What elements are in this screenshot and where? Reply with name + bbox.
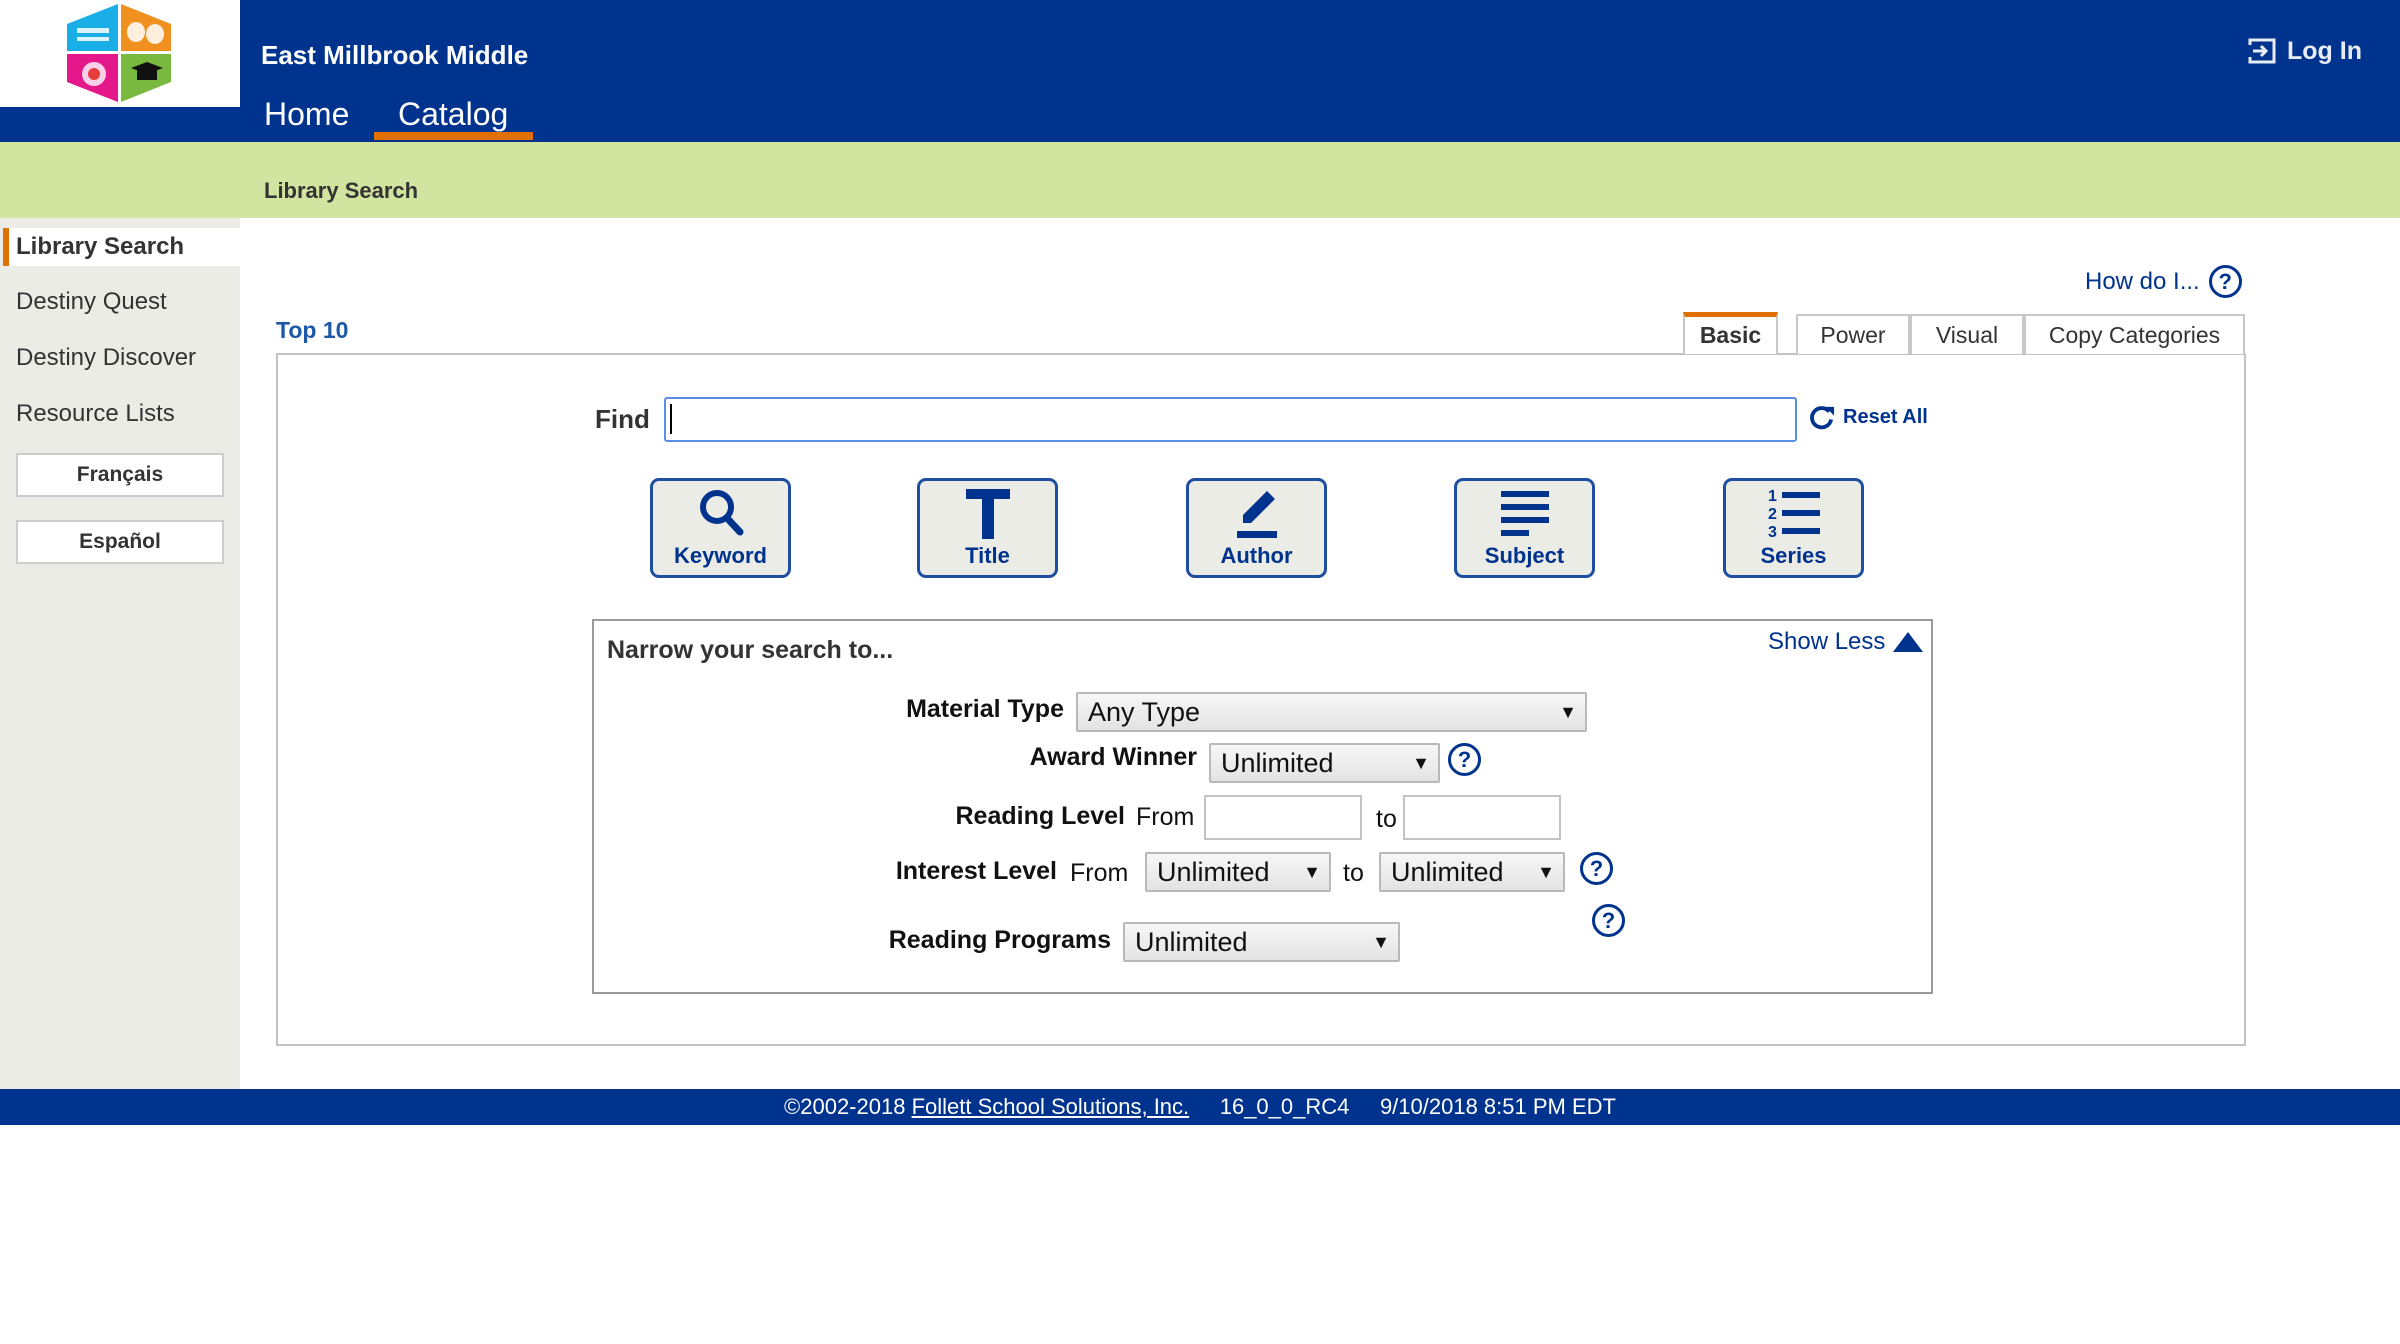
narrow-search-title: Narrow your search to... [607,636,894,664]
find-label: Find [595,404,650,434]
show-less-toggle[interactable]: Show Less [1768,628,1924,656]
tab-visual[interactable]: Visual [1910,314,2024,354]
sidebar-active-indicator [3,228,9,266]
author-search-button[interactable]: Author [1186,478,1327,578]
school-name: East Millbrook Middle [261,40,529,70]
version-text: 16_0_0_RC4 [1189,1094,1380,1119]
sidebar-item-library-search[interactable]: Library Search [16,233,184,261]
tab-basic[interactable]: Basic [1683,312,1778,354]
interest-level-help-icon[interactable]: ? [1580,852,1613,885]
interest-level-label: Interest Level [895,857,1057,885]
dropdown-arrow-icon: ▼ [1372,932,1390,952]
series-search-button[interactable]: 1 2 3 Series [1723,478,1864,578]
material-type-value: Any Type [1088,696,1201,727]
breadcrumb: Library Search [264,178,419,203]
tab-power[interactable]: Power [1796,314,1910,354]
magnifier-icon [699,490,743,536]
svg-text:3: 3 [1768,524,1777,541]
interest-level-from-label: From [1070,859,1129,887]
follett-link[interactable]: Follett School Solutions, Inc. [912,1094,1190,1120]
dropdown-arrow-icon: ▼ [1559,702,1577,722]
reading-level-from-label: From [1136,803,1195,831]
how-do-i-label: How do I... [2085,267,2200,295]
reset-all-button[interactable]: Reset All [1808,404,1928,431]
author-label: Author [1220,543,1293,568]
footer: ©2002-2018 Follett School Solutions, Inc… [0,1089,2400,1125]
school-logo-icon[interactable] [63,2,175,104]
interest-level-from-value: Unlimited [1157,856,1270,887]
lines-icon [1500,491,1549,536]
login-label: Log In [2287,36,2362,65]
dropdown-arrow-icon: ▼ [1303,862,1321,882]
login-button[interactable]: Log In [2247,36,2362,66]
show-less-label: Show Less [1768,628,1886,655]
award-winner-label: Award Winner [1029,743,1197,771]
material-type-select[interactable]: Any Type ▼ [1076,692,1587,732]
award-winner-select[interactable]: Unlimited ▼ [1209,743,1440,783]
material-type-label: Material Type [906,695,1064,723]
interest-level-to-label: to [1343,859,1364,887]
nav-home[interactable]: Home [264,96,349,133]
title-label: Title [965,543,1010,568]
reading-level-to-input[interactable] [1403,795,1561,840]
reading-level-label: Reading Level [955,802,1126,830]
sidebar-item-resource-lists[interactable]: Resource Lists [16,400,175,428]
how-do-i-link[interactable]: How do I... ? [2085,265,2242,298]
award-winner-help-icon[interactable]: ? [1448,743,1481,776]
dropdown-arrow-icon: ▼ [1537,862,1555,882]
keyword-search-button[interactable]: Keyword [650,478,791,578]
letter-t-icon [965,489,1010,539]
sidebar-item-destiny-quest[interactable]: Destiny Quest [16,288,167,316]
nav-active-indicator [374,132,533,140]
reading-level-from-input[interactable] [1204,795,1362,840]
refresh-icon [1810,406,1835,430]
interest-level-to-select[interactable]: Unlimited ▼ [1379,852,1565,892]
login-icon [2248,38,2276,64]
tab-copy-categories[interactable]: Copy Categories [2024,314,2245,354]
triangle-up-icon [1893,632,1924,652]
top-header [0,0,2400,142]
keyword-label: Keyword [674,543,767,568]
interest-level-to-value: Unlimited [1391,856,1504,887]
reset-all-label: Reset All [1843,406,1928,428]
interest-level-from-select[interactable]: Unlimited ▼ [1145,852,1331,892]
nav-catalog[interactable]: Catalog [398,96,508,133]
numbered-list-icon: 1 2 3 [1768,488,1820,541]
francais-button[interactable]: Français [16,453,224,497]
copyright-text: ©2002-2018 [784,1094,912,1119]
help-icon[interactable]: ? [2208,265,2242,298]
subject-search-button[interactable]: Subject [1454,478,1595,578]
pencil-icon [1236,491,1277,538]
timestamp-text: 9/10/2018 8:51 PM EDT [1379,1094,1616,1119]
reading-programs-help-icon[interactable]: ? [1592,904,1625,937]
reading-programs-select[interactable]: Unlimited ▼ [1123,922,1400,962]
text-caret [670,404,672,434]
svg-text:1: 1 [1768,488,1777,505]
sidebar-item-destiny-discover[interactable]: Destiny Discover [16,344,196,372]
dropdown-arrow-icon: ▼ [1412,753,1430,773]
find-input[interactable] [664,397,1797,442]
subject-label: Subject [1484,543,1565,568]
series-label: Series [1760,543,1827,568]
top-10-link[interactable]: Top 10 [276,317,348,344]
reading-programs-label: Reading Programs [888,926,1111,954]
svg-text:2: 2 [1768,506,1777,523]
reading-programs-value: Unlimited [1135,926,1248,957]
reading-level-to-label: to [1376,805,1397,833]
title-search-button[interactable]: Title [917,478,1058,578]
award-winner-value: Unlimited [1221,747,1334,778]
espanol-button[interactable]: Español [16,520,224,564]
